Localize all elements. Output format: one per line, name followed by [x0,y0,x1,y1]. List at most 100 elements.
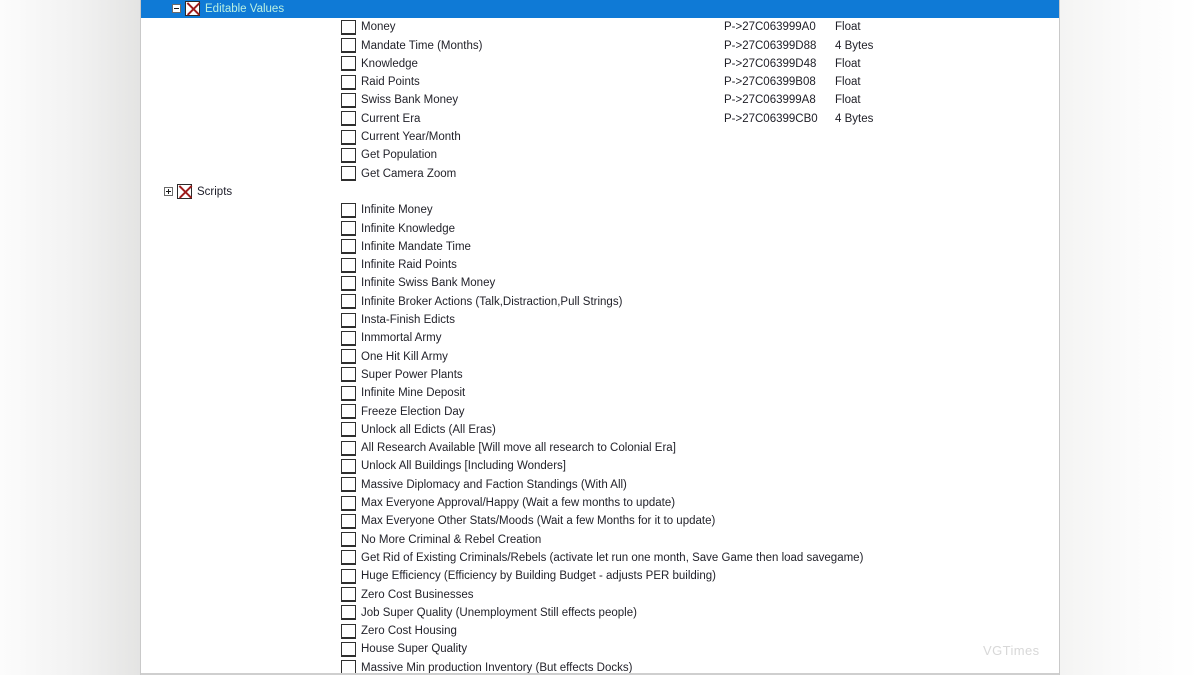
row-checkbox[interactable] [341,276,356,291]
row-checkbox[interactable] [341,496,356,511]
row-checkbox[interactable] [341,404,356,419]
table-row[interactable]: Infinite Raid Points<script> [141,256,1059,274]
page-background-left [0,0,140,675]
row-description: One Hit Kill Army [361,348,448,366]
row-checkbox[interactable] [341,239,356,254]
table-row[interactable]: Mandate Time (Months)P->27C06399D884 Byt… [141,37,1059,55]
row-checkbox[interactable] [341,20,356,35]
table-row[interactable]: Infinite Money<script> [141,201,1059,219]
row-checkbox[interactable] [341,587,356,602]
row-checkbox[interactable] [341,294,356,309]
row-checkbox[interactable] [341,166,356,181]
row-checkbox[interactable] [341,75,356,90]
row-checkbox[interactable] [341,624,356,639]
row-description: Infinite Money [361,201,433,219]
row-checkbox[interactable] [341,569,356,584]
row-checkbox[interactable] [341,349,356,364]
row-address: P->27C06399CB0 [724,110,818,128]
table-row[interactable]: Infinite Knowledge<script> [141,220,1059,238]
row-description: Max Everyone Approval/Happy (Wait a few … [361,494,675,512]
table-row[interactable]: Get Rid of Existing Criminals/Rebels (ac… [141,549,1059,567]
row-address: P->27C063999A0 [724,18,816,36]
table-row[interactable]: Unlock All Buildings [Including Wonders]… [141,457,1059,475]
row-checkbox[interactable] [341,38,356,53]
vgtimes-watermark: VGTimes [983,643,1040,658]
row-checkbox[interactable] [341,203,356,218]
table-row[interactable]: One Hit Kill Army<script> [141,348,1059,366]
row-description: Max Everyone Other Stats/Moods (Wait a f… [361,512,715,530]
row-checkbox[interactable] [341,331,356,346]
row-checkbox[interactable] [341,477,356,492]
table-row[interactable]: Infinite Mandate Time<script> [141,238,1059,256]
expand-plus-icon[interactable] [164,187,173,196]
row-checkbox[interactable] [341,386,356,401]
group-header-scripts[interactable]: Scripts [141,183,1059,201]
group-label: Editable Values [205,0,284,18]
table-row[interactable]: House Super Quality<script> [141,640,1059,658]
row-description: Mandate Time (Months) [361,37,482,55]
row-checkbox[interactable] [341,605,356,620]
row-checkbox[interactable] [341,221,356,236]
group-header-editable-values[interactable]: Editable Values [141,0,1059,18]
row-description: Infinite Swiss Bank Money [361,274,495,292]
row-type: Float [835,55,861,73]
row-checkbox[interactable] [341,441,356,456]
row-description: Get Camera Zoom [361,165,456,183]
page-background-right [1060,0,1200,675]
row-checkbox[interactable] [341,422,356,437]
row-checkbox[interactable] [341,111,356,126]
row-address: P->27C06399B08 [724,73,816,91]
row-checkbox[interactable] [341,258,356,273]
screenshot-stage: Editable ValuesMoneyP->27C063999A0Float9… [0,0,1200,675]
row-checkbox[interactable] [341,56,356,71]
table-row[interactable]: Raid PointsP->27C06399B08Float94871 [141,73,1059,91]
table-row[interactable]: No More Criminal & Rebel Creation<script… [141,531,1059,549]
row-description: Infinite Broker Actions (Talk,Distractio… [361,293,622,311]
table-row[interactable]: All Research Available [Will move all re… [141,439,1059,457]
table-row[interactable]: Job Super Quality (Unemployment Still ef… [141,604,1059,622]
row-checkbox[interactable] [341,459,356,474]
table-row[interactable]: Unlock all Edicts (All Eras)<script> [141,421,1059,439]
row-description: Get Rid of Existing Criminals/Rebels (ac… [361,549,863,567]
table-row[interactable]: Huge Efficiency (Efficiency by Building … [141,567,1059,585]
row-description: Current Era [361,110,420,128]
collapse-minus-icon[interactable] [172,4,181,13]
row-checkbox[interactable] [341,642,356,657]
row-checkbox[interactable] [341,367,356,382]
table-row[interactable]: Current EraP->27C06399CB04 Bytes0 : Colo… [141,110,1059,128]
row-checkbox[interactable] [341,313,356,328]
cheat-table-panel[interactable]: Editable ValuesMoneyP->27C063999A0Float9… [140,0,1060,675]
table-row[interactable]: Infinite Swiss Bank Money<script> [141,274,1059,292]
row-checkbox[interactable] [341,130,356,145]
table-row[interactable]: Zero Cost Businesses<script> [141,586,1059,604]
row-description: Unlock All Buildings [Including Wonders] [361,457,566,475]
table-row[interactable]: Current Year/Month<script> [141,128,1059,146]
table-row[interactable]: Get Population<script> [141,146,1059,164]
table-row[interactable]: Super Power Plants<script> [141,366,1059,384]
row-description: Insta-Finish Edicts [361,311,455,329]
row-description: Current Year/Month [361,128,461,146]
table-row[interactable]: Freeze Election Day<script> [141,403,1059,421]
table-row[interactable]: MoneyP->27C063999A0Float99831928 [141,18,1059,36]
row-checkbox[interactable] [341,550,356,565]
row-checkbox[interactable] [341,148,356,163]
table-row[interactable]: Infinite Broker Actions (Talk,Distractio… [141,293,1059,311]
group-checkbox-red-x-icon[interactable] [177,184,192,199]
table-row[interactable]: Get Camera Zoom<script> [141,165,1059,183]
table-row[interactable]: Max Everyone Other Stats/Moods (Wait a f… [141,512,1059,530]
table-row[interactable]: Massive Diplomacy and Faction Standings … [141,476,1059,494]
row-checkbox[interactable] [341,532,356,547]
table-row[interactable]: Zero Cost Housing<script> [141,622,1059,640]
table-row[interactable]: Inmmortal Army<script> [141,329,1059,347]
row-checkbox[interactable] [341,514,356,529]
table-row[interactable]: Max Everyone Approval/Happy (Wait a few … [141,494,1059,512]
table-row[interactable]: Insta-Finish Edicts<script> [141,311,1059,329]
table-row[interactable]: KnowledgeP->27C06399D48Float0 [141,55,1059,73]
row-description: Raid Points [361,73,420,91]
row-checkbox[interactable] [341,93,356,108]
row-description: Infinite Raid Points [361,256,457,274]
group-checkbox-red-x-icon[interactable] [185,1,200,16]
table-row[interactable]: Swiss Bank MoneyP->27C063999A8Float0 [141,91,1059,109]
row-description: Super Power Plants [361,366,463,384]
table-row[interactable]: Infinite Mine Deposit<script> [141,384,1059,402]
